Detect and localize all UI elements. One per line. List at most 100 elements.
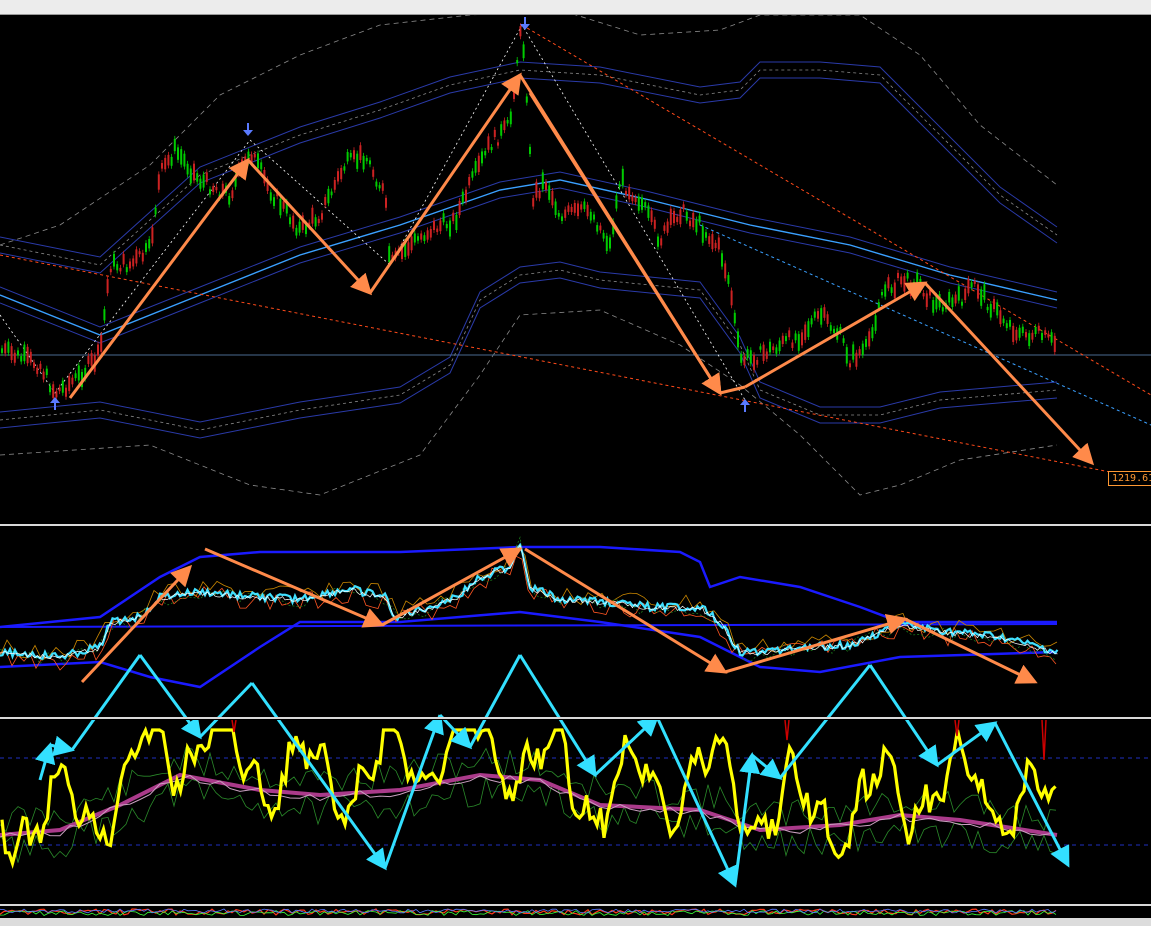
indicator-pane-3[interactable] <box>0 907 1151 918</box>
candle-body <box>1031 332 1034 340</box>
candle-body <box>375 181 378 187</box>
candle-body <box>269 192 272 201</box>
indicator-pane-1[interactable] <box>0 527 1151 717</box>
candle-body <box>980 289 983 306</box>
candle-body <box>548 185 551 200</box>
last-price-label: 1219.61 <box>1108 471 1151 486</box>
candle-body <box>593 214 595 220</box>
candle-body <box>637 196 640 211</box>
signal-spike <box>1041 720 1047 761</box>
candle-body <box>657 236 659 247</box>
candle-body <box>820 308 823 325</box>
candle-body <box>522 44 525 59</box>
candle-body <box>449 220 451 237</box>
candle-body <box>682 204 685 209</box>
candle-body <box>100 334 103 352</box>
top-toolbar-strip <box>0 0 1151 15</box>
candle-body <box>1041 333 1043 340</box>
candle-body <box>189 168 192 184</box>
candle-body <box>410 236 413 251</box>
candle-body <box>65 387 67 397</box>
candle-body <box>1 348 3 353</box>
candle-body <box>775 347 778 354</box>
candle-body <box>151 227 154 244</box>
candle-body <box>602 232 605 239</box>
candle-body <box>897 272 899 279</box>
signal-spike <box>784 720 790 741</box>
oscillator-zigzag-arrow <box>751 753 783 780</box>
candle-body <box>781 335 784 344</box>
candle-body <box>529 146 531 155</box>
band-lower-outer <box>0 261 1058 423</box>
zigzag-arrow <box>904 617 1038 684</box>
candle-body <box>557 213 560 217</box>
candle-body <box>36 367 39 374</box>
candle-body <box>641 197 643 210</box>
candle-body <box>474 160 477 173</box>
candle-body <box>849 363 851 368</box>
candle-body <box>596 225 599 232</box>
candle-body <box>660 238 663 246</box>
candle-body <box>711 234 714 250</box>
candle-body <box>231 190 234 199</box>
candle-body <box>170 156 173 166</box>
candle-body <box>871 327 874 339</box>
candle-body <box>362 155 365 170</box>
candle-body <box>906 272 909 279</box>
candle-body <box>353 150 355 160</box>
candle-body <box>135 249 138 264</box>
price-chart-pane[interactable]: 1219.61 <box>0 15 1151 524</box>
oscillator-zigzag-arrow <box>868 664 907 717</box>
candle-body <box>186 163 189 175</box>
candle-body <box>125 267 128 273</box>
candle-body <box>173 138 176 152</box>
candle-body <box>292 215 295 229</box>
candle-body <box>993 298 995 310</box>
candle-body <box>138 251 141 255</box>
candle-body <box>45 368 48 375</box>
candle-body <box>161 163 163 169</box>
candle-body <box>570 206 573 213</box>
pane-separator[interactable] <box>0 524 1151 526</box>
candle-body <box>205 172 208 182</box>
candle-body <box>33 362 35 368</box>
pane-separator[interactable] <box>0 717 1151 719</box>
candle-body <box>97 344 99 356</box>
candle-body <box>989 303 992 318</box>
candle-body <box>455 214 458 230</box>
candle-body <box>330 191 333 196</box>
candle-body <box>957 286 960 301</box>
oscillator-zigzag-arrow <box>180 720 202 740</box>
candle-body <box>865 339 867 347</box>
oscillator-zigzag-arrow <box>442 720 473 750</box>
pane-separator[interactable] <box>0 904 1151 906</box>
candle-body <box>1021 326 1024 334</box>
candle-body <box>663 225 666 231</box>
candle-body <box>7 341 10 353</box>
zigzag-arrow <box>923 281 1095 466</box>
indicator-pane-2[interactable] <box>0 720 1151 904</box>
candle-body <box>484 150 487 156</box>
candle-body <box>388 246 391 263</box>
oscillator-zigzag-arrow <box>468 720 487 748</box>
candle-body <box>122 253 125 265</box>
zigzag-arrow <box>80 564 193 684</box>
candle-body <box>858 349 861 356</box>
oscillator-zigzag-arrow <box>34 742 56 781</box>
candle-body <box>653 219 656 229</box>
candle-body <box>433 220 435 231</box>
candle-body <box>487 136 490 150</box>
candle-body <box>833 328 835 334</box>
zigzag-arrow <box>744 281 928 389</box>
candle-body <box>509 111 512 125</box>
candle-body <box>1050 332 1053 343</box>
candle-body <box>1047 333 1050 338</box>
candle-body <box>298 221 301 233</box>
candle-body <box>426 230 429 240</box>
candle-body <box>903 276 906 292</box>
oscillator-zigzag-arrow <box>484 654 522 717</box>
candle-body <box>941 307 944 312</box>
candle-body <box>842 338 845 343</box>
candle-body <box>609 237 611 249</box>
candle-body <box>490 147 493 151</box>
